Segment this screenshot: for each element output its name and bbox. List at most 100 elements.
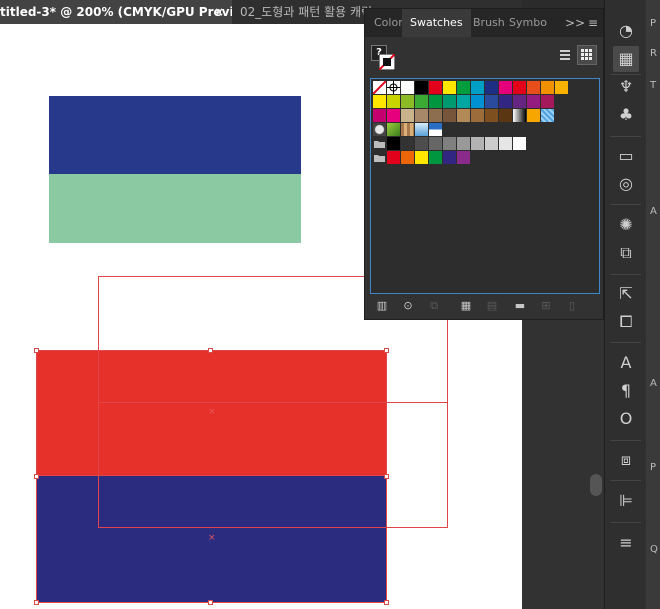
color-swatch[interactable] [513,95,526,108]
color-swatch[interactable] [387,109,400,122]
color-swatch[interactable] [415,81,428,94]
color-swatch[interactable] [457,137,470,150]
pattern-sky-swatch[interactable] [415,123,428,136]
resize-handle-bm[interactable] [208,600,213,605]
pattern-blue-swatch[interactable] [541,109,554,122]
color-swatch[interactable] [485,95,498,108]
layers-icon[interactable]: ≡ [613,530,639,556]
gradient-mesh-icon[interactable]: ◔ [613,18,639,44]
color-swatch[interactable] [387,151,400,164]
grid-view-icon[interactable] [577,45,597,65]
tab-brushes[interactable]: Brush [473,9,505,37]
color-swatch[interactable] [471,137,484,150]
links-icon[interactable]: ⧠ [613,309,639,335]
color-swatch[interactable] [429,151,442,164]
color-swatch[interactable] [499,81,512,94]
color-swatch[interactable] [485,109,498,122]
graphic-styles-icon[interactable]: ⧉ [613,240,639,266]
swatch-libraries-icon[interactable]: ▥ [375,299,389,313]
align-icon[interactable]: ⊫ [613,488,639,514]
color-swatch[interactable] [457,151,470,164]
new-folder-icon[interactable]: ▬ [513,299,527,313]
color-swatch[interactable] [443,81,456,94]
pattern-green-swatch[interactable] [387,123,400,136]
panel-menu-icon[interactable]: ≡ [588,9,598,37]
color-swatch[interactable] [401,137,414,150]
new-color-group-icon[interactable]: ▦ [459,299,473,313]
mint-rectangle[interactable] [49,174,301,243]
transparency-icon[interactable]: ◎ [613,171,639,197]
color-swatch[interactable] [443,137,456,150]
pattern-sea-swatch[interactable] [429,123,442,136]
pattern-leaf-swatch[interactable] [401,123,414,136]
color-swatch[interactable] [415,137,428,150]
color-swatch[interactable] [555,81,568,94]
color-swatch[interactable] [443,151,456,164]
color-swatch[interactable] [499,95,512,108]
color-swatch[interactable] [527,95,540,108]
color-swatch[interactable] [499,137,512,150]
paragraph-icon[interactable]: ¶ [613,378,639,404]
pattern-globe-swatch[interactable] [373,123,386,136]
color-swatch[interactable] [443,109,456,122]
resize-handle-ml[interactable] [34,474,39,479]
color-swatch[interactable] [429,137,442,150]
resize-handle-tr[interactable] [384,348,389,353]
color-swatch[interactable] [415,95,428,108]
symbols-icon[interactable]: ♣ [613,102,639,128]
resize-handle-br[interactable] [384,600,389,605]
color-swatch[interactable] [429,109,442,122]
resize-handle-tl[interactable] [34,348,39,353]
color-swatch[interactable] [401,95,414,108]
color-swatch[interactable] [499,109,512,122]
color-swatch[interactable] [485,81,498,94]
document-tab-active[interactable]: titled-3* @ 200% (CMYK/GPU Preview) × [0,0,232,24]
resize-handle-bl[interactable] [34,600,39,605]
color-swatch[interactable] [457,81,470,94]
color-swatch[interactable] [541,81,554,94]
list-view-icon[interactable] [555,45,575,65]
brushes-icon[interactable]: ♆ [613,74,639,100]
appearance-icon[interactable]: ✺ [613,212,639,238]
character-icon[interactable]: A [613,350,639,376]
color-swatch[interactable] [401,81,414,94]
color-swatch[interactable] [429,81,442,94]
close-icon[interactable]: × [214,0,224,24]
color-swatch[interactable] [527,81,540,94]
color-swatch[interactable] [415,151,428,164]
place-swatch-icon[interactable]: ⊙ [401,299,415,313]
gradient-bw-swatch[interactable] [513,109,526,122]
color-swatch[interactable] [513,137,526,150]
blue-rectangle[interactable] [49,96,301,174]
vertical-scrollbar[interactable] [590,474,602,496]
color-swatch[interactable] [443,95,456,108]
fill-stroke-indicator[interactable]: ? [371,45,397,75]
resize-handle-mr[interactable] [384,474,389,479]
tab-swatches[interactable]: Swatches [402,9,471,37]
color-swatch[interactable] [387,95,400,108]
swatches-panel-icon[interactable]: ▦ [613,46,639,72]
color-swatch[interactable] [401,151,414,164]
color-swatch[interactable] [429,95,442,108]
registration-swatch[interactable] [387,81,400,94]
tab-symbols[interactable]: Symbo [509,9,547,37]
color-swatch[interactable] [373,95,386,108]
export-icon[interactable]: ⇱ [613,281,639,307]
color-swatch[interactable] [457,95,470,108]
tab-color[interactable]: Color [374,9,403,37]
color-swatch[interactable] [401,109,414,122]
gradient-icon[interactable]: ▭ [613,143,639,169]
color-swatch[interactable] [471,95,484,108]
color-swatch[interactable] [485,137,498,150]
color-swatch[interactable] [387,137,400,150]
color-swatch[interactable] [457,109,470,122]
color-swatch[interactable] [513,81,526,94]
opentype-icon[interactable]: O [613,406,639,432]
color-swatch[interactable] [471,109,484,122]
panel-overflow-button[interactable]: >> [565,9,585,37]
color-swatch[interactable] [471,81,484,94]
color-swatch[interactable] [541,95,554,108]
color-swatch[interactable] [373,109,386,122]
resize-handle-tm[interactable] [208,348,213,353]
color-swatch[interactable] [527,109,540,122]
